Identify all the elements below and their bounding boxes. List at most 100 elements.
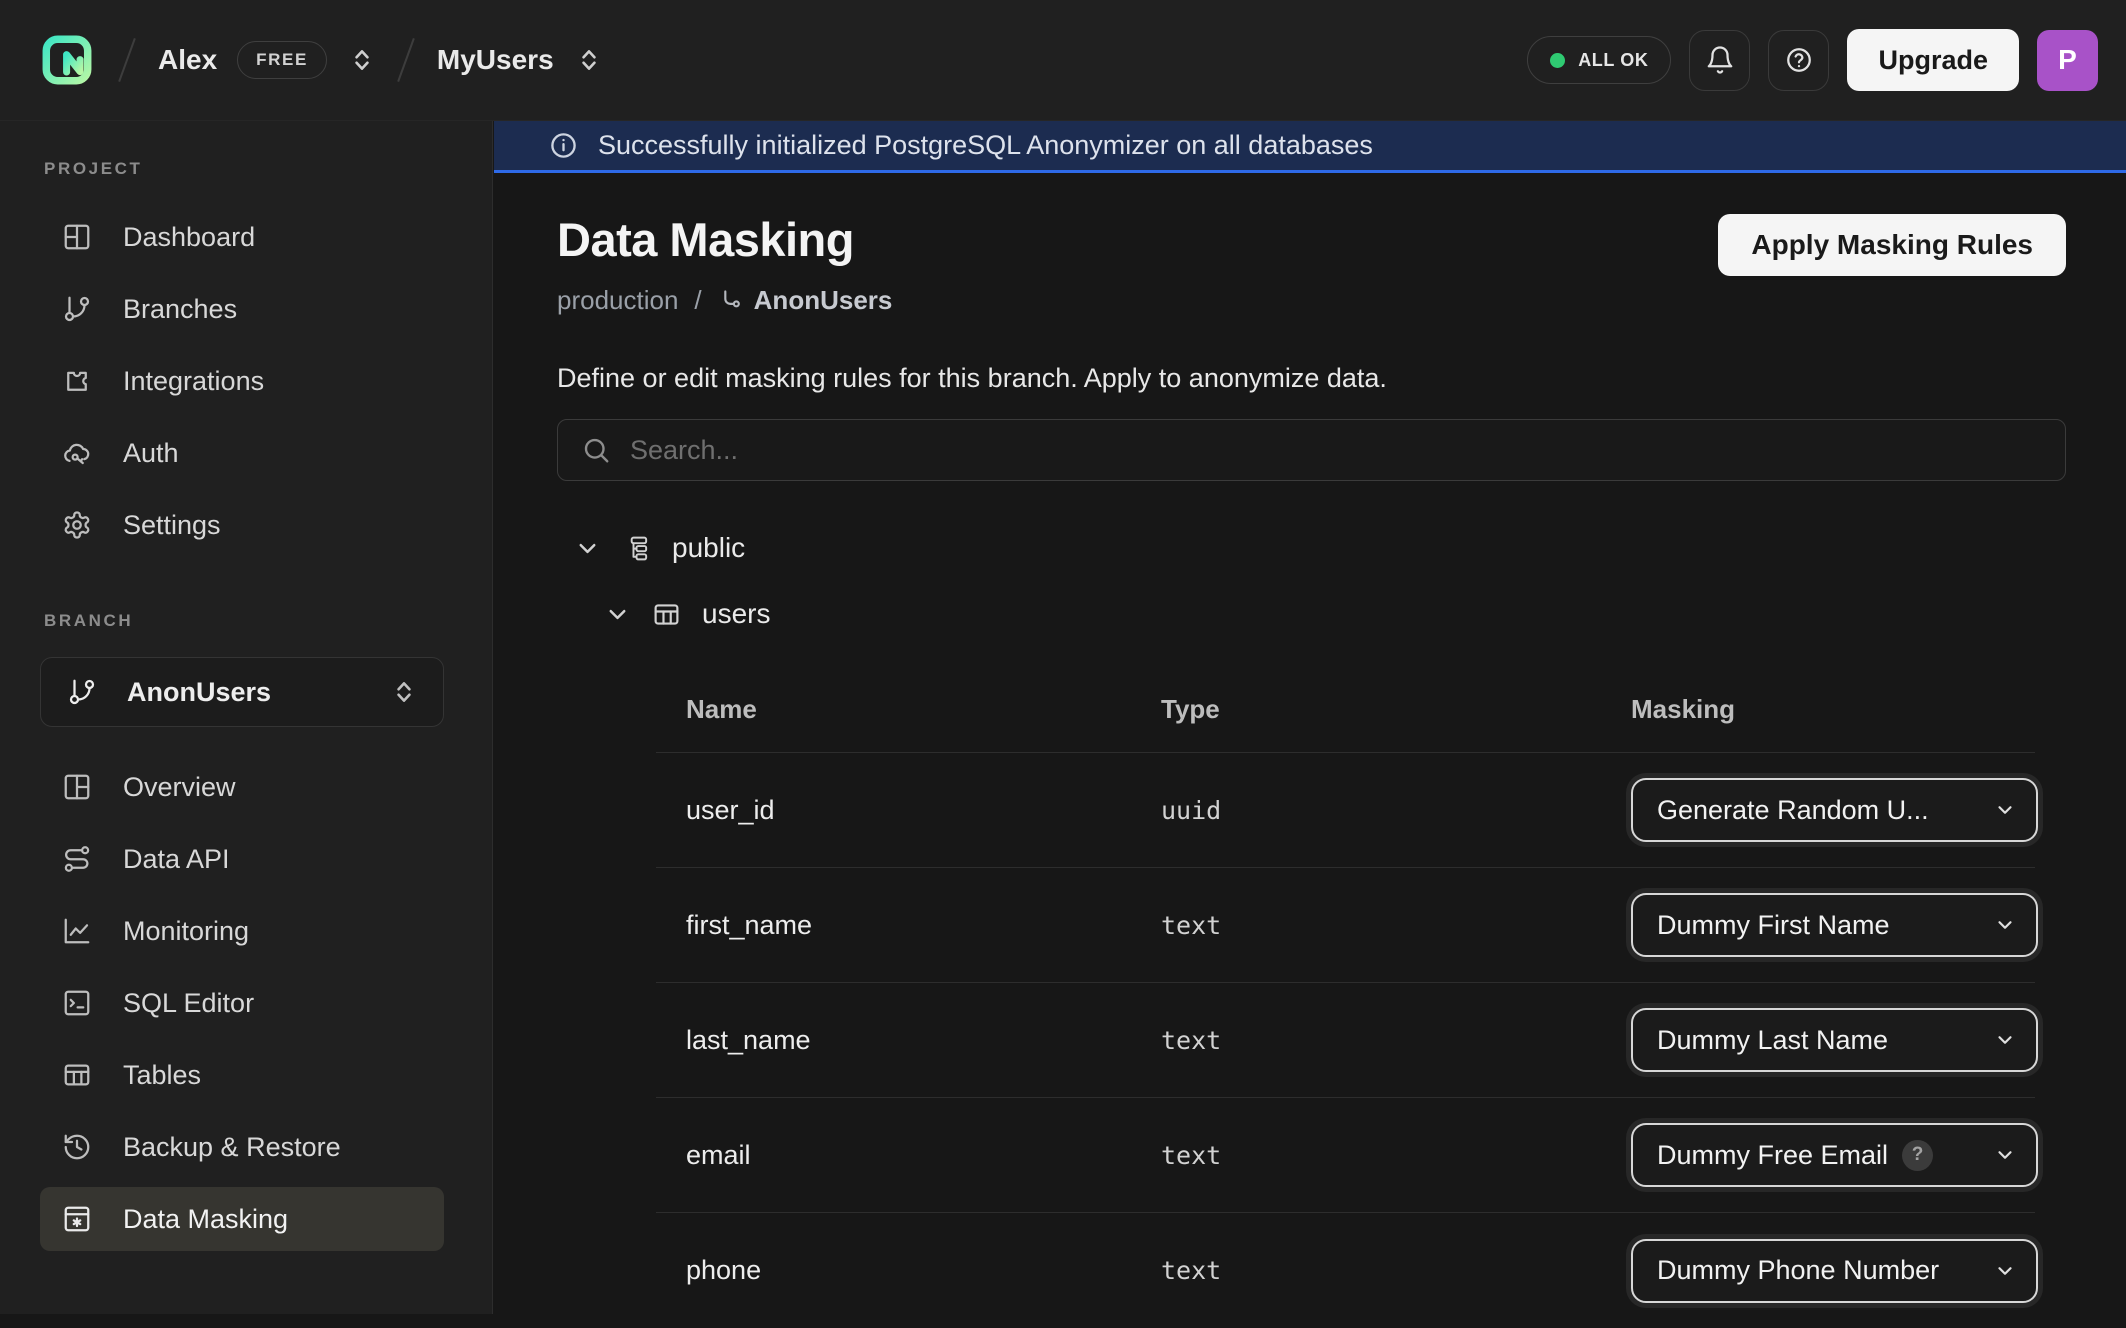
status-label: ALL OK [1578,50,1648,71]
banner-message: Successfully initialized PostgreSQL Anon… [598,130,1373,161]
panels-icon [62,772,92,802]
sidebar-item-label: Dashboard [123,222,255,253]
circle-help-icon [1784,45,1814,75]
tree-node-schema[interactable]: public [574,515,2066,581]
table-row: last_name text Dummy Last Name [656,983,2035,1098]
sidebar-item-settings[interactable]: Settings [40,493,444,557]
masking-select-value: Dummy Phone Number [1657,1255,1939,1286]
tree-node-table[interactable]: users [604,581,2066,647]
gear-icon [62,510,92,540]
sidebar-item-dashboard[interactable]: Dashboard [40,205,444,269]
project-switcher-button[interactable] [576,47,602,73]
chevron-down-icon [1994,1260,2016,1282]
chevron-down-icon [1994,1144,2016,1166]
sidebar-item-label: Branches [123,294,237,325]
chevron-down-icon [1994,914,2016,936]
search-box [557,419,2066,481]
sidebar-item-backup-restore[interactable]: Backup & Restore [40,1115,444,1179]
notifications-button[interactable] [1689,30,1750,91]
masking-select[interactable]: Dummy First Name [1631,893,2038,957]
column-name: user_id [656,795,1161,826]
sidebar-item-label: Backup & Restore [123,1132,341,1163]
org-switcher-button[interactable] [349,47,375,73]
sidebar-item-data-api[interactable]: Data API [40,827,444,891]
upgrade-button[interactable]: Upgrade [1847,29,2019,91]
history-icon [62,1132,92,1162]
table-icon [62,1060,92,1090]
sidebar-item-tables[interactable]: Tables [40,1043,444,1107]
chevron-down-icon[interactable] [574,535,601,562]
apply-masking-rules-button[interactable]: Apply Masking Rules [1718,214,2066,276]
column-type: uuid [1161,796,1631,825]
masking-rules-table: Name Type Masking user_id uuid Generate … [656,667,2035,1328]
chevron-down-icon [1994,1029,2016,1051]
sidebar-item-label: Overview [123,772,236,803]
chevrons-up-down-icon [391,679,417,705]
chevron-down-icon [1994,799,2016,821]
breadcrumb-current[interactable]: AnonUsers [718,285,893,316]
masking-select-value: Generate Random U... [1657,795,1929,826]
masking-select[interactable]: Generate Random U... [1631,778,2038,842]
sidebar-item-sql-editor[interactable]: SQL Editor [40,971,444,1035]
sidebar-item-auth[interactable]: Auth [40,421,444,485]
git-branch-icon [67,677,97,707]
breadcrumb-separator: / [694,285,701,316]
column-name: phone [656,1255,1161,1286]
help-button[interactable] [1768,30,1829,91]
masking-select[interactable]: Dummy Last Name [1631,1008,2038,1072]
masking-select[interactable]: Dummy Phone Number [1631,1239,2038,1303]
sidebar-item-label: SQL Editor [123,988,254,1019]
search-input[interactable] [630,435,2042,466]
breadcrumb-current-label: AnonUsers [754,285,893,316]
sidebar-item-data-masking[interactable]: Data Masking [40,1187,444,1251]
page-header: Data Masking production / AnonUsers [557,212,892,316]
project-section-label: PROJECT [40,159,444,179]
sidebar: PROJECT Dashboard Branches Integrations … [0,121,493,1314]
sidebar-item-label: Data Masking [123,1204,288,1235]
info-icon [548,130,579,161]
sidebar-item-overview[interactable]: Overview [40,755,444,819]
status-ok-dot [1550,53,1565,68]
breadcrumb-parent[interactable]: production [557,285,678,316]
line-chart-icon [62,916,92,946]
sidebar-item-branches[interactable]: Branches [40,277,444,341]
column-name: last_name [656,1025,1161,1056]
masking-select[interactable]: Dummy Free Email ? [1631,1123,2038,1187]
table-row: phone text Dummy Phone Number [656,1213,2035,1328]
main-content: Successfully initialized PostgreSQL Anon… [494,121,2126,1314]
plan-badge: FREE [237,41,327,79]
sidebar-item-integrations[interactable]: Integrations [40,349,444,413]
masking-select-value: Dummy Last Name [1657,1025,1888,1056]
chevron-down-icon[interactable] [604,601,631,628]
sidebar-item-label: Data API [123,844,230,875]
breadcrumb: production / AnonUsers [557,285,892,316]
topbar: Alex FREE MyUsers ALL OK Upgrade P [0,0,2126,121]
org-name[interactable]: Alex [158,44,217,76]
project-name[interactable]: MyUsers [437,44,554,76]
success-banner: Successfully initialized PostgreSQL Anon… [494,121,2126,173]
tree-node-label: public [672,532,745,564]
column-type: text [1161,1141,1631,1170]
table-icon [652,600,681,629]
data-masking-icon [62,1204,92,1234]
help-badge-icon[interactable]: ? [1902,1140,1933,1171]
sidebar-item-label: Settings [123,510,221,541]
org-crumb: Alex FREE [158,41,375,79]
branch-selector[interactable]: AnonUsers [40,657,444,727]
dashboard-icon [62,222,92,252]
tree-node-label: users [702,598,770,630]
status-pill[interactable]: ALL OK [1527,36,1671,84]
sidebar-item-label: Monitoring [123,916,249,947]
neon-logo-icon[interactable] [38,31,96,89]
column-header-name: Name [656,694,1161,725]
column-header-type: Type [1161,694,1631,725]
masking-select-value: Dummy First Name [1657,910,1890,941]
bell-icon [1705,45,1735,75]
sidebar-item-monitoring[interactable]: Monitoring [40,899,444,963]
column-type: text [1161,1026,1631,1055]
cloud-key-icon [62,438,92,468]
project-crumb: MyUsers [437,44,602,76]
breadcrumb-slash [397,38,415,82]
page-description: Define or edit masking rules for this br… [557,363,2066,394]
user-avatar[interactable]: P [2037,30,2098,91]
